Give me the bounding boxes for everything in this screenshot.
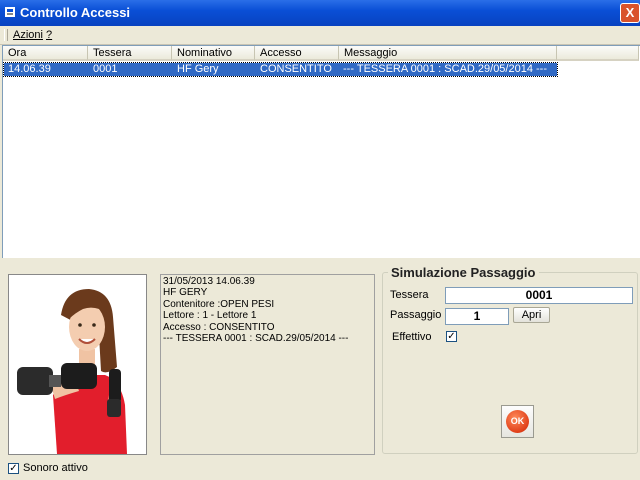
menu-item-help[interactable]: ? — [46, 29, 52, 41]
cell-ora: 14.06.39 — [8, 63, 51, 75]
column-header-nominativo[interactable]: Nominativo — [172, 46, 255, 61]
member-photo — [8, 274, 147, 455]
close-button[interactable]: X — [620, 3, 640, 23]
window-title: Controllo Accessi — [20, 5, 131, 20]
title-bar: Controllo Accessi X — [0, 0, 640, 26]
cell-messaggio: --- TESSERA 0001 : SCAD.29/05/2014 --- — [343, 63, 547, 75]
menu-item-azioni[interactable]: Azioni — [13, 29, 43, 41]
member-photo-icon — [9, 275, 146, 454]
column-header-messaggio[interactable]: Messaggio — [339, 46, 557, 61]
column-header-ora[interactable]: Ora — [3, 46, 88, 61]
list-header: Ora Tessera Nominativo Accesso Messaggio — [3, 46, 639, 62]
effettivo-label: Effettivo — [392, 331, 432, 343]
cell-tessera: 0001 — [93, 63, 118, 75]
detail-line-container: Contenitore :OPEN PESI — [163, 298, 275, 310]
check-icon: ✓ — [447, 331, 456, 342]
tessera-field[interactable]: 0001 — [445, 287, 633, 304]
ok-button[interactable]: OK — [501, 405, 534, 438]
sonoro-checkbox[interactable]: ✓ — [8, 463, 19, 474]
column-header-filler — [557, 46, 639, 61]
ok-icon: OK — [506, 410, 529, 433]
passaggio-label: Passaggio — [390, 309, 442, 321]
menu-bar: Azioni ? — [0, 26, 640, 45]
passaggio-field[interactable]: 1 — [445, 308, 509, 325]
access-detail-box: 31/05/2013 14.06.39 HF GERY Contenitore … — [160, 274, 375, 455]
column-header-accesso[interactable]: Accesso — [255, 46, 339, 61]
detail-line-datetime: 31/05/2013 14.06.39 — [163, 276, 255, 287]
cell-accesso: CONSENTITO — [260, 63, 332, 75]
access-log-list[interactable]: Ora Tessera Nominativo Accesso Messaggio… — [2, 45, 640, 258]
apri-button[interactable]: Apri — [513, 307, 550, 323]
table-row[interactable]: 14.06.39 0001 HF Gery CONSENTITO --- TES… — [3, 62, 558, 77]
tessera-label: Tessera — [390, 289, 429, 301]
footer-bar: ✓ Sonoro attivo — [0, 458, 640, 480]
detail-line-reader: Lettore : 1 - Lettore 1 — [163, 310, 257, 322]
detail-line-message: --- TESSERA 0001 : SCAD.29/05/2014 --- — [163, 333, 349, 345]
column-header-tessera[interactable]: Tessera — [88, 46, 172, 61]
detail-line-access: Accesso : CONSENTITO — [163, 321, 275, 333]
menu-grip — [4, 29, 8, 41]
close-icon: X — [625, 5, 635, 20]
cell-nominativo: HF Gery — [177, 63, 219, 75]
detail-line-name: HF GERY — [163, 287, 208, 299]
effettivo-checkbox[interactable]: ✓ — [446, 331, 457, 342]
app-icon — [5, 7, 15, 17]
check-icon: ✓ — [9, 463, 18, 474]
simulation-title: Simulazione Passaggio — [388, 265, 539, 280]
sonoro-label: Sonoro attivo — [23, 462, 88, 474]
